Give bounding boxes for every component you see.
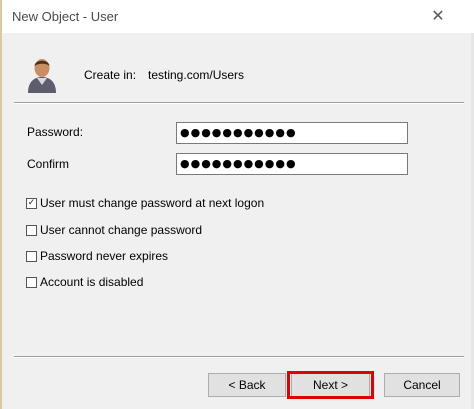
window-title: New Object - User [12, 9, 119, 24]
option-label: Password never expires [40, 249, 169, 263]
create-in-path: testing.com/Users [148, 68, 245, 82]
checkbox[interactable] [26, 224, 37, 236]
option-label: Account is disabled [40, 275, 144, 289]
top-divider [14, 102, 464, 104]
option-label: User cannot change password [40, 223, 203, 237]
create-in-label: Create in: [84, 68, 137, 82]
left-window-edge [0, 0, 2, 409]
next-button-highlight [287, 371, 374, 399]
cancel-button[interactable]: Cancel [384, 373, 460, 397]
password-label: Password: [27, 125, 84, 139]
option-password-never-expires[interactable]: Password never expires [26, 249, 168, 263]
back-button[interactable]: < Back [208, 373, 286, 397]
confirm-label: Confirm [27, 157, 70, 171]
close-icon[interactable]: ✕ [428, 6, 448, 26]
confirm-password-field[interactable]: ●●●●●●●●●●● [176, 153, 408, 175]
title-bar[interactable]: New Object - User ✕ [0, 0, 474, 33]
new-user-dialog: New Object - User ✕ Create in: testing.c… [0, 0, 474, 409]
checkbox[interactable]: ✓ [26, 197, 37, 209]
option-label: User must change password at next logon [40, 196, 265, 210]
user-icon [28, 59, 56, 93]
option-must-change-password[interactable]: ✓ User must change password at next logo… [26, 196, 264, 210]
checkbox[interactable] [26, 276, 37, 288]
option-cannot-change-password[interactable]: User cannot change password [26, 223, 202, 237]
password-field[interactable]: ●●●●●●●●●●● [176, 122, 408, 144]
checkbox[interactable] [26, 250, 37, 262]
bottom-divider [14, 356, 464, 358]
option-account-disabled[interactable]: Account is disabled [26, 275, 143, 289]
